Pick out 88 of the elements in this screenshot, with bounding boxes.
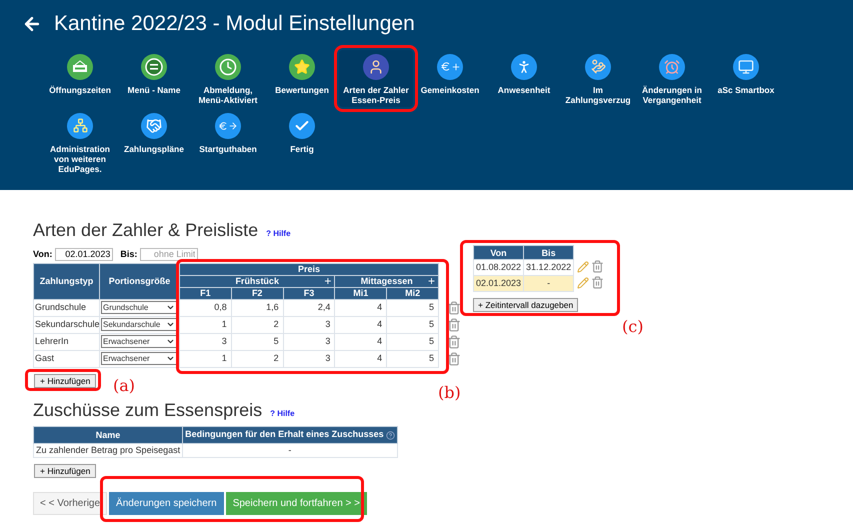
module-button[interactable]: Änderungen in Vergangenheit bbox=[635, 50, 709, 106]
module-button[interactable]: aSc Smartbox bbox=[709, 50, 783, 106]
module-button[interactable]: Fertig bbox=[265, 108, 339, 176]
annotation-label: (a) bbox=[113, 375, 136, 397]
column-header: Von bbox=[474, 246, 524, 260]
table-cell: 4 bbox=[334, 316, 387, 333]
von-field[interactable]: 02.01.2023 bbox=[55, 248, 114, 262]
trash-icon[interactable] bbox=[447, 300, 461, 314]
column-header: Portionsgröße bbox=[100, 263, 180, 299]
table-cell: 3 bbox=[180, 333, 232, 350]
table-cell: 5 bbox=[231, 333, 284, 350]
column-header: Name bbox=[96, 430, 120, 440]
von-label: Von: bbox=[33, 248, 52, 261]
table-cell: - bbox=[182, 443, 398, 458]
module-button[interactable]: Anwesenheit bbox=[487, 50, 561, 106]
column-header: F1 bbox=[180, 287, 232, 299]
table-cell: 5 bbox=[386, 350, 438, 367]
bis-field[interactable]: ohne Limit bbox=[140, 248, 198, 262]
table-cell: Gast bbox=[34, 350, 100, 367]
table-cell: 2,4 bbox=[283, 299, 335, 316]
table-cell: Sekundarschule bbox=[34, 316, 100, 333]
group-header: Mittagessen bbox=[360, 276, 413, 286]
table-cell: 3 bbox=[283, 333, 335, 350]
column-header: Zahlungstyp bbox=[34, 263, 100, 299]
table-cell: 0,8 bbox=[180, 299, 232, 316]
portion-select[interactable]: Grundschule bbox=[101, 301, 177, 314]
table-cell: 5 bbox=[386, 299, 438, 316]
table-cell: LehrerIn bbox=[34, 333, 100, 350]
portion-select[interactable]: Erwachsener bbox=[101, 352, 177, 365]
add-column-button[interactable]: + bbox=[428, 274, 435, 286]
help-icon[interactable] bbox=[386, 430, 395, 440]
module-button[interactable]: Arten der Zahler Essen-Preis bbox=[339, 50, 413, 106]
table-cell: 2 bbox=[231, 316, 284, 333]
trash-icon[interactable] bbox=[447, 352, 461, 366]
add-button[interactable]: + Hinzufügen bbox=[34, 464, 96, 478]
module-button[interactable]: Gemeinkosten bbox=[413, 50, 487, 106]
module-button[interactable]: Öffnungszeiten bbox=[43, 50, 117, 106]
add-column-button[interactable]: + bbox=[324, 274, 332, 286]
annotation-label: (b) bbox=[438, 382, 461, 404]
trash-icon[interactable] bbox=[591, 260, 604, 273]
table-cell: 2 bbox=[231, 350, 284, 367]
trash-icon[interactable] bbox=[447, 318, 461, 332]
section-title: Zuschüsse zum Essenspreis bbox=[33, 400, 262, 420]
help-link[interactable]: ? Hilfe bbox=[266, 228, 291, 240]
table-cell: 1 bbox=[180, 350, 232, 367]
table-cell: - bbox=[524, 276, 574, 292]
table-cell: 4 bbox=[334, 350, 387, 367]
module-button[interactable]: Bewertungen bbox=[265, 50, 339, 106]
table-cell: 02.01.2023 bbox=[474, 276, 524, 292]
table-cell: 5 bbox=[386, 333, 438, 350]
module-button[interactable]: Menü - Name bbox=[117, 50, 191, 106]
module-button[interactable]: Abmeldung, Menü-Aktiviert bbox=[191, 50, 265, 106]
section-title: Arten der Zahler & Preisliste bbox=[33, 220, 258, 240]
module-button[interactable]: Im Zahlungsverzug bbox=[561, 50, 635, 106]
bis-label: Bis: bbox=[120, 248, 138, 261]
help-link[interactable]: ? Hilfe bbox=[270, 408, 295, 420]
trash-icon[interactable] bbox=[591, 276, 604, 289]
table-cell: Grundschule bbox=[34, 299, 100, 316]
table-cell: 4 bbox=[334, 333, 387, 350]
portion-select[interactable]: Sekundarschule bbox=[101, 318, 177, 331]
table-cell: 1 bbox=[180, 316, 232, 333]
table-cell: Zu zahlender Betrag pro Speisegast bbox=[34, 443, 183, 458]
interval-row[interactable]: 02.01.2023 - bbox=[474, 276, 574, 292]
column-header: F2 bbox=[231, 287, 284, 299]
add-interval-button[interactable]: + Zeitintervall dazugeben bbox=[473, 298, 578, 312]
module-button[interactable]: Administration von weiteren EduPages. bbox=[43, 108, 117, 176]
trash-icon[interactable] bbox=[447, 334, 461, 348]
annotation-label: (c) bbox=[622, 316, 644, 338]
column-header: Mi2 bbox=[386, 287, 438, 299]
save-button[interactable]: Änderungen speichern bbox=[109, 492, 224, 515]
module-button[interactable]: Zahlungspläne bbox=[117, 108, 191, 176]
table-cell: 5 bbox=[386, 316, 438, 333]
table-cell: 3 bbox=[283, 350, 335, 367]
column-header: Bedingungen für den Erhalt eines Zuschusses bbox=[185, 429, 384, 440]
previous-button[interactable]: < < Vorherige bbox=[33, 492, 108, 515]
column-header: Bis bbox=[524, 246, 574, 260]
column-header: Preis bbox=[180, 263, 438, 275]
add-button[interactable]: + Hinzufügen bbox=[34, 374, 96, 388]
portion-select[interactable]: Erwachsener bbox=[101, 335, 177, 348]
table-cell: 3 bbox=[283, 316, 335, 333]
page-title: Kantine 2022/23 - Modul Einstellungen bbox=[54, 11, 415, 37]
table-cell: 1,6 bbox=[231, 299, 284, 316]
module-button[interactable]: Startguthaben bbox=[191, 108, 265, 176]
interval-row[interactable]: 01.08.2022 31.12.2022 bbox=[474, 260, 574, 276]
column-header: Mi1 bbox=[334, 287, 387, 299]
column-header: F3 bbox=[283, 287, 335, 299]
group-header: Frühstück bbox=[235, 276, 279, 286]
table-cell: 4 bbox=[334, 299, 387, 316]
